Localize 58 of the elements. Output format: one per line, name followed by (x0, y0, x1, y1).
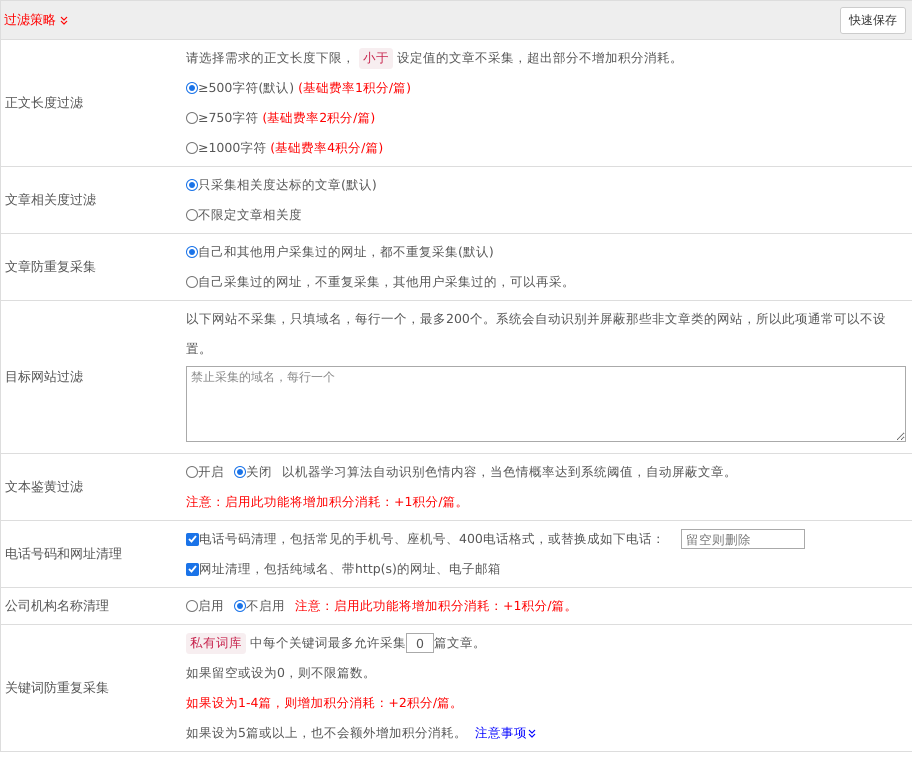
setting-label: 关键词防重复采集 (5, 680, 109, 697)
fee-note: (基础费率2积分/篇) (262, 110, 376, 126)
setting-label: 目标网站过滤 (5, 369, 83, 386)
save-button[interactable]: 快速保存 (840, 6, 906, 34)
radio-option[interactable]: ≥500字符(默认) (基础费率1积分/篇) (186, 80, 412, 96)
description-text: 如果设为5篇或以上，也不会额外增加积分消耗。 (186, 724, 467, 742)
radio-button[interactable] (186, 600, 198, 612)
radio-button[interactable] (234, 466, 246, 478)
radio-button[interactable] (186, 179, 198, 191)
setting-label: 电话号码和网址清理 (5, 546, 122, 563)
count-input[interactable]: 0 (406, 633, 434, 653)
setting-label: 公司机构名称清理 (5, 598, 109, 615)
warning-text: 注意：启用此功能将增加积分消耗：+1积分/篇。 (186, 494, 469, 510)
notes-link[interactable]: 注意事项 (474, 724, 536, 742)
radio-option[interactable]: ≥750字符 (基础费率2积分/篇) (186, 110, 376, 126)
option-label: 开启 (198, 464, 224, 480)
description-text: 如果留空或设为0，则不限篇数。 (186, 664, 377, 682)
setting-label: 文章防重复采集 (5, 259, 96, 276)
radio-option[interactable]: 启用 (186, 598, 224, 614)
option-label: ≥750字符 (198, 110, 258, 126)
phone-input[interactable]: 留空则删除 (680, 529, 805, 549)
option-label: ≥1000字符 (198, 140, 266, 156)
radio-button[interactable] (186, 209, 198, 221)
checkbox[interactable] (186, 562, 199, 576)
description-text: 以机器学习算法自动识别色情内容，当色情概率达到系统阈值，自动屏蔽文章。 (282, 464, 737, 480)
radio-button[interactable] (186, 112, 198, 124)
description-text: 篇文章。 (434, 634, 486, 652)
setting-label: 文章相关度过滤 (5, 192, 96, 209)
highlight-tag: 小于 (359, 48, 393, 68)
domain-textarea[interactable]: 禁止采集的域名，每行一个 (186, 366, 906, 442)
setting-label: 正文长度过滤 (5, 95, 83, 112)
radio-button[interactable] (234, 600, 246, 612)
option-label: ≥500字符(默认) (198, 80, 294, 96)
chevron-down-icon (528, 728, 536, 738)
checkbox[interactable] (186, 532, 199, 546)
option-label: 不启用 (246, 598, 285, 614)
radio-option[interactable]: ≥1000字符 (基础费率4积分/篇) (186, 140, 384, 156)
fee-note: (基础费率1积分/篇) (298, 80, 412, 96)
option-label: 关闭 (246, 464, 272, 480)
radio-button[interactable] (186, 142, 198, 154)
fee-note: (基础费率4积分/篇) (270, 140, 384, 156)
radio-option[interactable]: 不启用 (234, 598, 285, 614)
warning-text: 注意：启用此功能将增加积分消耗：+1积分/篇。 (295, 598, 578, 614)
radio-button[interactable] (186, 466, 198, 478)
instruction-text: 设定值的文章不采集，超出部分不增加积分消耗。 (397, 50, 683, 66)
radio-option[interactable]: 开启 (186, 464, 224, 480)
radio-option[interactable]: 关闭 (234, 464, 272, 480)
radio-button[interactable] (186, 82, 198, 94)
description-text: 中每个关键词最多允许采集 (250, 634, 406, 652)
warning-text: 如果设为1-4篇，则增加积分消耗：+2积分/篇。 (186, 694, 464, 712)
radio-button[interactable] (186, 276, 198, 288)
highlight-tag: 私有词库 (186, 632, 246, 654)
chevron-down-icon (60, 16, 68, 24)
radio-button[interactable] (186, 246, 198, 258)
setting-label: 文本鉴黄过滤 (5, 479, 83, 496)
instruction-text: 请选择需求的正文长度下限， (186, 50, 355, 66)
option-label: 启用 (198, 598, 224, 614)
description-text: 以下网站不采集，只填域名，每行一个，最多200个。系统会自动识别并屏蔽那些非文章类的网站，所以此项通常可以不设置。 (186, 310, 887, 358)
